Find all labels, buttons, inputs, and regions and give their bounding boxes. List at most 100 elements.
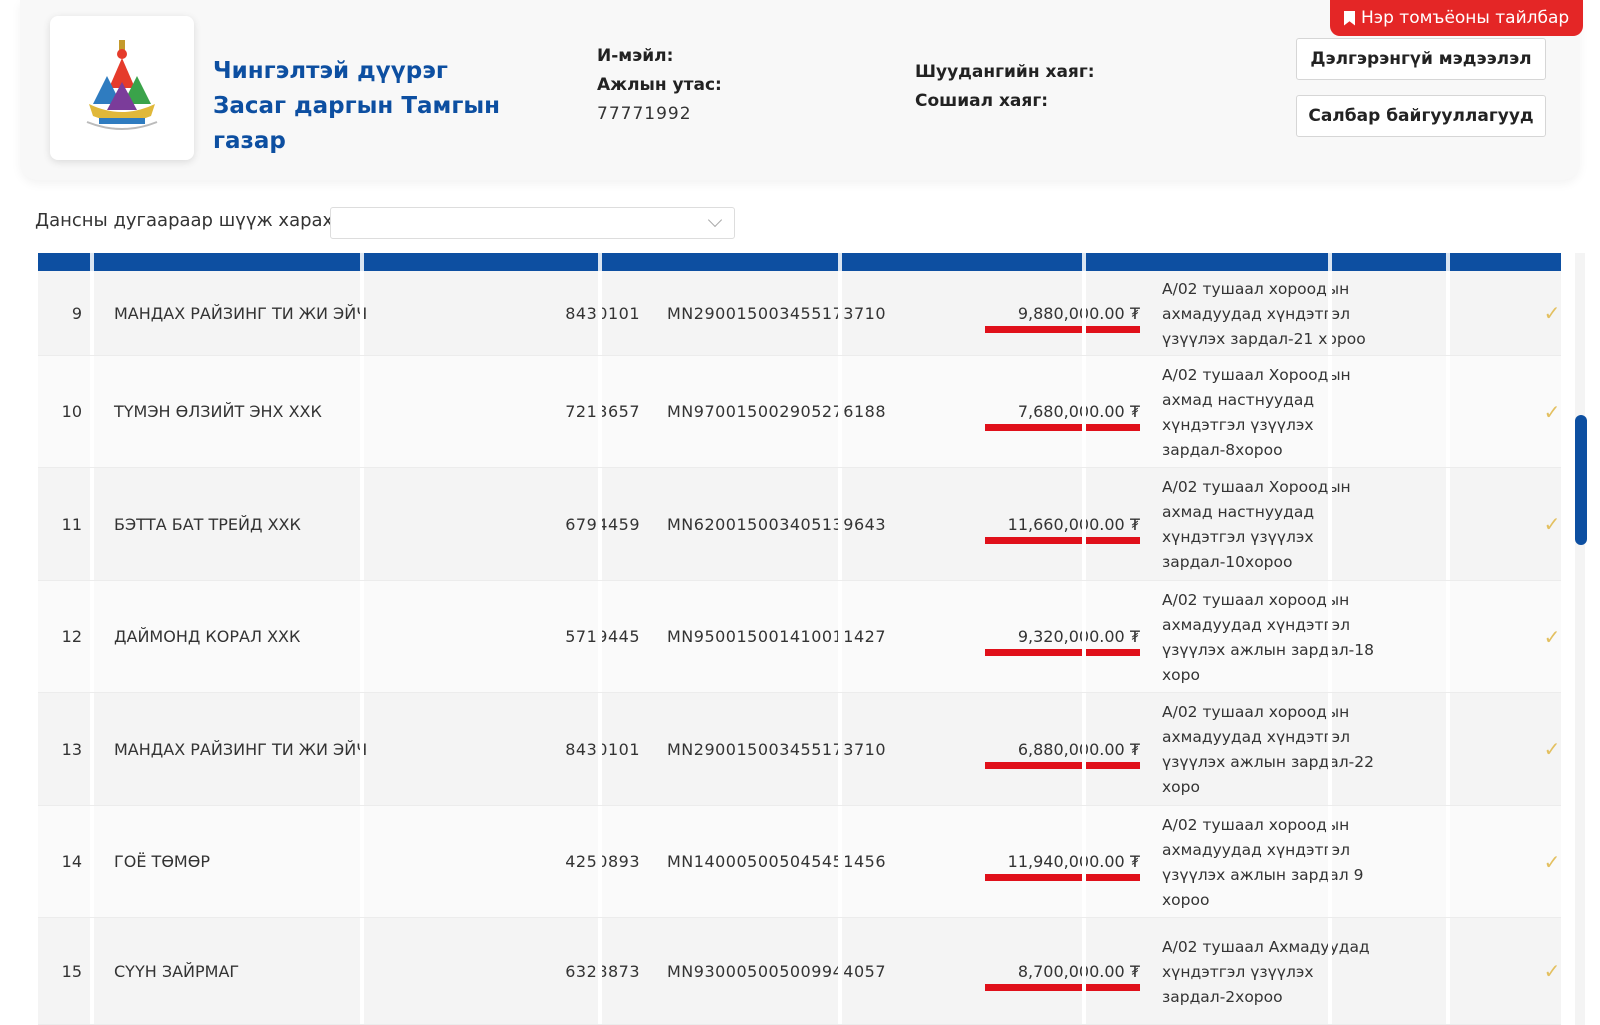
emblem-icon — [86, 40, 158, 130]
column-divider — [838, 271, 842, 355]
amount-value: 11,660,000.00 ₮ — [1007, 514, 1140, 534]
row-number: 12 — [61, 627, 82, 646]
row-number: 9 — [71, 303, 82, 323]
row-number: 10 — [61, 402, 82, 421]
company-name: БЭТТА БАТ ТРЕЙД ХХК — [114, 514, 301, 534]
glossary-ribbon-button[interactable]: Нэр томъёоны тайлбар — [1330, 0, 1583, 36]
amount-cell: 11,660,000.00 ₮ — [896, 468, 1146, 580]
description-line: хоро — [1162, 665, 1200, 684]
table-row[interactable]: 14 ГОЁ ТӨМӨР 4250893 MN140005005045451456 11… — [38, 806, 1561, 918]
column-divider — [1446, 693, 1450, 805]
column-divider — [1082, 806, 1086, 917]
row-number: 13 — [61, 739, 82, 759]
description-line: А/02 тушаал хороодын — [1162, 590, 1350, 609]
check-icon: ✓ — [1543, 737, 1561, 761]
table-row[interactable]: 9 МАНДАХ РАЙЗИНГ ТИ ЖИ ЭЙЧ 8430101 MN290015… — [38, 271, 1561, 356]
account-number: MN290015003455173710 — [666, 303, 886, 323]
column-divider — [838, 356, 842, 467]
amount-highlight-bar — [985, 536, 1140, 544]
registration-number: 7213657 — [565, 402, 640, 421]
company-name: СҮҮН ЗАЙРМАГ — [114, 961, 240, 981]
description-line: ахмадуудад хүндэтгэл — [1162, 615, 1351, 634]
branches-button[interactable]: Салбар байгууллагууд — [1296, 95, 1546, 137]
check-icon: ✓ — [1543, 399, 1561, 424]
column-divider — [598, 581, 602, 692]
amount-highlight-bar — [985, 424, 1140, 431]
column-divider — [90, 468, 94, 580]
table-row[interactable]: 12 ДАЙМОНД КОРАЛ ХХК 5719445 MN950015001410… — [38, 581, 1561, 693]
column-divider — [838, 581, 842, 692]
description-line: хороо — [1162, 890, 1210, 909]
description-cell: А/02 тушаал Хороодын ахмад настнуудад хүнд… — [1162, 468, 1402, 580]
column-divider — [838, 693, 842, 805]
check-icon: ✓ — [1543, 849, 1561, 874]
organization-logo — [50, 16, 194, 160]
column-divider — [838, 918, 842, 1024]
column-divider — [90, 918, 94, 1024]
table-row[interactable]: 11 БЭТТА БАТ ТРЕЙД ХХК 6794459 MN6200150034… — [38, 468, 1561, 581]
column-divider — [1082, 918, 1086, 1024]
description-line: хүндэтгэл үзүүлэх — [1162, 528, 1314, 546]
scrollbar-track[interactable] — [1575, 253, 1585, 1025]
description-line: ахмадуудад хүндэтгэл — [1162, 728, 1351, 746]
column-divider — [1328, 271, 1332, 355]
column-divider — [1082, 693, 1086, 805]
table-row[interactable]: 13 МАНДАХ РАЙЗИНГ ТИ ЖИ ЭЙЧ 8430101 MN29001… — [38, 693, 1561, 806]
column-divider — [1082, 581, 1086, 692]
column-divider — [1446, 581, 1450, 692]
column-divider — [1328, 356, 1332, 467]
description-line: зардал-10хороо — [1162, 553, 1293, 571]
column-divider — [1446, 468, 1450, 580]
check-icon: ✓ — [1543, 624, 1561, 649]
description-line: зардал-2хороо — [1162, 987, 1283, 1006]
amount-cell: 9,880,000.00 ₮ — [896, 271, 1146, 355]
column-divider — [1328, 918, 1332, 1024]
description-cell: А/02 тушаал хороодын ахмадуудад хүндэтгэл… — [1162, 271, 1402, 355]
company-name: МАНДАХ РАЙЗИНГ ТИ ЖИ ЭЙЧ — [114, 303, 368, 323]
registration-number: 4250893 — [565, 852, 640, 871]
amount-value: 9,320,000.00 ₮ — [1017, 627, 1140, 646]
column-divider — [598, 806, 602, 917]
description-cell: А/02 тушаал хороодын ахмадуудад хүндэтгэл… — [1162, 581, 1402, 692]
amount-cell: 11,940,000.00 ₮ — [896, 806, 1146, 917]
description-line: А/02 тушаал Хороодын — [1162, 478, 1351, 496]
description-line: хүндэтгэл үзүүлэх — [1162, 415, 1314, 434]
column-divider — [838, 806, 842, 917]
account-filter-select[interactable] — [330, 207, 735, 239]
table-row[interactable]: 15 СҮҮН ЗАЙРМАГ 6328873 MN93000500500994405… — [38, 918, 1561, 1025]
column-divider — [1328, 581, 1332, 692]
description-line: үзүүлэх ажлын зардал-22 — [1162, 753, 1374, 771]
phone-label: Ажлын утас: — [597, 75, 722, 95]
description-line: хоро — [1162, 778, 1200, 796]
contact-info-extra: Шуудангийн хаяг: Сошиал хаяг: — [915, 58, 1095, 116]
column-divider — [90, 581, 94, 692]
check-icon: ✓ — [1543, 301, 1561, 325]
scrollbar-thumb[interactable] — [1575, 415, 1587, 545]
column-divider — [1446, 356, 1450, 467]
amount-value: 9,880,000.00 ₮ — [1017, 303, 1140, 323]
description-line: үзүүлэх зардал-21 хороо — [1162, 329, 1366, 348]
amount-highlight-bar — [985, 325, 1140, 333]
column-divider — [1446, 271, 1450, 355]
amount-cell: 6,880,000.00 ₮ — [896, 693, 1146, 805]
description-line: зардал-8хороо — [1162, 440, 1283, 459]
column-divider — [598, 693, 602, 805]
account-number: MN970015002905276188 — [666, 402, 886, 421]
description-line: ахмад настнуудад — [1162, 503, 1315, 521]
table-row[interactable]: 10 ТҮМЭН ӨЛЗИЙТ ЭНХ ХХК 7213657 MN970015002… — [38, 356, 1561, 468]
column-divider — [598, 356, 602, 467]
column-divider — [598, 918, 602, 1024]
company-name: ДАЙМОНД КОРАЛ ХХК — [114, 627, 301, 646]
details-button[interactable]: Дэлгэрэнгүй мэдээлэл — [1296, 38, 1546, 80]
column-divider — [598, 271, 602, 355]
organization-name[interactable]: Чингэлтэй дүүрэг Засаг даргын Тамгын газ… — [213, 54, 513, 159]
amount-cell: 9,320,000.00 ₮ — [896, 581, 1146, 692]
description-line: ахмад настнуудад — [1162, 390, 1315, 409]
header-divider — [1446, 253, 1450, 271]
header-divider — [360, 253, 364, 271]
description-cell: А/02 тушаал Хороодын ахмад настнуудад хүнд… — [1162, 356, 1402, 467]
description-line: үзүүлэх ажлын зардал-18 — [1162, 640, 1374, 659]
chevron-down-icon — [707, 212, 723, 228]
registration-number: 5719445 — [565, 627, 640, 646]
amount-value: 11,940,000.00 ₮ — [1007, 852, 1140, 871]
